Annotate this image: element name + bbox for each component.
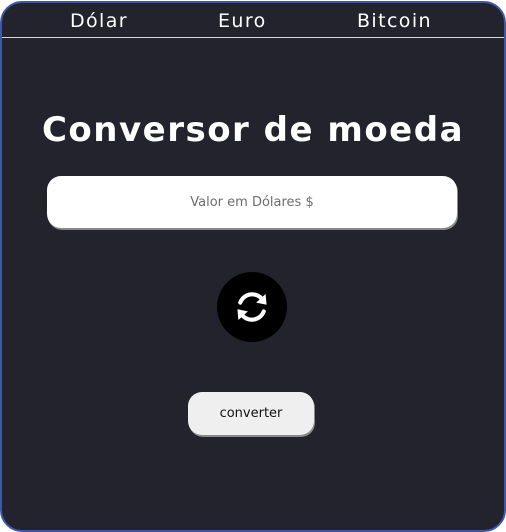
nav-item-dolar[interactable]: Dólar <box>70 10 128 32</box>
nav-item-euro[interactable]: Euro <box>218 10 267 32</box>
swap-currency-button[interactable] <box>217 272 287 342</box>
refresh-arrows-icon <box>237 292 267 322</box>
nav-item-bitcoin[interactable]: Bitcoin <box>357 10 432 32</box>
currency-nav: Dólar Euro Bitcoin <box>2 3 504 38</box>
convert-button[interactable]: converter <box>188 392 314 435</box>
page-title: Conversor de moeda <box>41 109 465 150</box>
converter-panel: Dólar Euro Bitcoin Conversor de moeda co… <box>0 1 506 532</box>
amount-input[interactable] <box>47 176 457 228</box>
